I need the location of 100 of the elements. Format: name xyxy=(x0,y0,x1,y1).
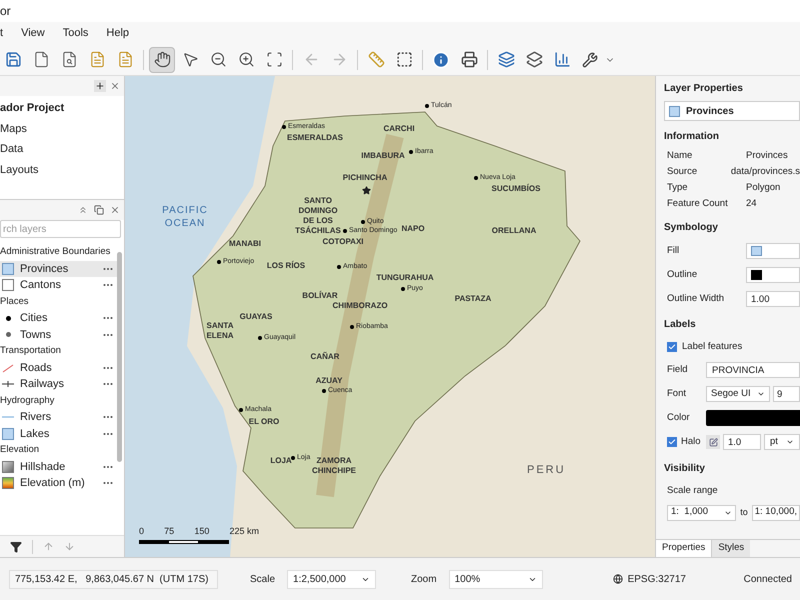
layer-group[interactable]: Hydrography xyxy=(0,392,54,409)
field-label: Outline Width xyxy=(667,292,726,306)
more-icon[interactable] xyxy=(103,415,113,420)
more-icon[interactable] xyxy=(103,464,113,469)
layer-row[interactable]: Hillshade xyxy=(0,458,117,475)
layer-group[interactable]: Places xyxy=(0,294,29,310)
menu-item[interactable]: View xyxy=(21,24,45,42)
info-value: 24 xyxy=(746,197,757,210)
info-value: data/provinces.s xyxy=(730,165,800,178)
window-title: or xyxy=(0,3,11,20)
max-scale-dropdown[interactable]: 1: 10,000, xyxy=(752,504,800,520)
field-label: Field xyxy=(667,363,689,378)
collapse-icon[interactable] xyxy=(78,205,88,215)
fill-color-button[interactable] xyxy=(746,243,800,259)
project-item[interactable]: Data xyxy=(0,141,124,158)
filter-icon[interactable] xyxy=(10,540,22,552)
layer-select[interactable]: Provinces xyxy=(664,101,800,121)
province-label: COTOPAXI xyxy=(322,237,364,247)
project-item[interactable]: Maps xyxy=(0,120,124,137)
layer-row[interactable]: Elevation (m) xyxy=(0,475,117,492)
input-field[interactable]: 1.0 xyxy=(723,434,761,450)
fill-swatch-icon xyxy=(2,262,14,275)
info-value: Provinces xyxy=(746,149,788,162)
layer-row[interactable]: Railways xyxy=(0,376,117,392)
panel-title: Layer Properties xyxy=(664,82,744,96)
layer-row[interactable]: Cantons xyxy=(0,277,117,294)
layer-group[interactable]: Administrative Boundaries xyxy=(0,244,110,260)
province-label: BOLÍVAR xyxy=(302,291,338,301)
province-label: PICHINCHA xyxy=(342,173,388,183)
layer-row[interactable]: Rivers xyxy=(0,409,117,426)
search-field[interactable]: rch layers xyxy=(0,220,121,238)
range-separator: to xyxy=(740,506,748,519)
zoom-dropdown[interactable]: 100% xyxy=(448,570,543,588)
info-value: Polygon xyxy=(746,181,780,194)
capital-star-icon xyxy=(362,186,371,195)
outline-color-button[interactable] xyxy=(746,267,800,283)
font-dropdown[interactable]: Segoe UI xyxy=(706,386,770,402)
more-icon[interactable] xyxy=(103,332,113,337)
hillshade-swatch-icon xyxy=(2,460,14,473)
layer-row[interactable]: Lakes xyxy=(0,426,117,442)
input-field[interactable]: 9 xyxy=(773,386,800,402)
layer-row[interactable]: Cities xyxy=(0,310,117,326)
globe-icon xyxy=(612,574,623,584)
province-label: LOS RÍOS xyxy=(266,261,306,271)
more-icon[interactable] xyxy=(103,432,113,436)
menu-item[interactable]: Help xyxy=(106,24,130,42)
checkbox[interactable] xyxy=(667,342,677,352)
add-icon[interactable] xyxy=(94,80,106,92)
province-label: SANTA ELENA xyxy=(205,321,235,341)
more-icon[interactable] xyxy=(103,266,113,271)
input-field[interactable]: 1.00 xyxy=(746,291,800,307)
layer-row[interactable]: Provinces xyxy=(0,260,117,277)
label-color-button[interactable] xyxy=(706,410,800,426)
checkbox[interactable] xyxy=(667,437,677,448)
fill-swatch-icon xyxy=(2,428,14,440)
layer-name: Roads xyxy=(20,360,53,376)
close-icon[interactable] xyxy=(110,81,120,91)
section-title: Information xyxy=(664,130,720,144)
section-title: Symbology xyxy=(664,221,719,235)
layer-row[interactable]: Roads xyxy=(0,360,117,376)
menu-item[interactable]: Tools xyxy=(62,24,88,42)
province-label: CAÑAR xyxy=(310,352,340,362)
layer-name: Hillshade xyxy=(20,460,66,474)
section-title: Labels xyxy=(664,318,697,332)
scale-tick-label: 150 xyxy=(194,525,210,538)
more-icon[interactable] xyxy=(103,316,113,320)
close-icon[interactable] xyxy=(110,205,120,215)
panel-tab[interactable]: Styles xyxy=(711,540,750,557)
more-icon[interactable] xyxy=(103,283,113,288)
province-label: SUCUMBÍOS xyxy=(492,184,540,194)
layer-group[interactable]: Transportation xyxy=(0,343,61,360)
input-field[interactable]: PROVINCIA xyxy=(706,362,800,378)
float-panel-icon[interactable] xyxy=(94,205,104,215)
connection-status: Connected xyxy=(744,572,792,586)
more-icon[interactable] xyxy=(103,481,113,486)
layer-name: Lakes xyxy=(20,426,50,442)
layer-group[interactable]: Elevation xyxy=(0,442,40,458)
layer-name: Towns xyxy=(20,328,52,342)
hand-icon[interactable] xyxy=(149,46,175,72)
zoom-label: Zoom xyxy=(411,572,437,586)
layer-name: Provinces xyxy=(20,262,70,276)
scale-dropdown[interactable]: 1:2,500,000 xyxy=(287,570,376,588)
halo-style-icon[interactable] xyxy=(706,435,720,450)
province-label: TUNGURAHUA xyxy=(376,273,434,283)
layer-row[interactable]: Towns xyxy=(0,326,117,343)
info-label: Type xyxy=(667,181,689,194)
province-label: MANABI xyxy=(229,239,261,249)
unit-dropdown[interactable]: pt xyxy=(764,434,800,450)
coordinates-field[interactable]: 775,153.42 E, 9,863,045.67 N (UTM 17S) xyxy=(9,570,218,588)
menu-item[interactable]: t xyxy=(0,24,4,42)
project-item[interactable]: Layouts xyxy=(0,162,124,178)
min-scale-dropdown[interactable]: 1: 1,000 xyxy=(667,504,736,520)
more-icon[interactable] xyxy=(103,366,113,370)
panel-tab[interactable]: Properties xyxy=(656,540,712,557)
elevation-ramp-icon xyxy=(2,477,14,490)
field-label: Outline xyxy=(667,268,698,282)
more-icon[interactable] xyxy=(103,382,113,386)
province-label: NAPO xyxy=(401,224,425,234)
layer-name: Cities xyxy=(20,311,49,326)
country-label: PERU xyxy=(527,463,566,478)
